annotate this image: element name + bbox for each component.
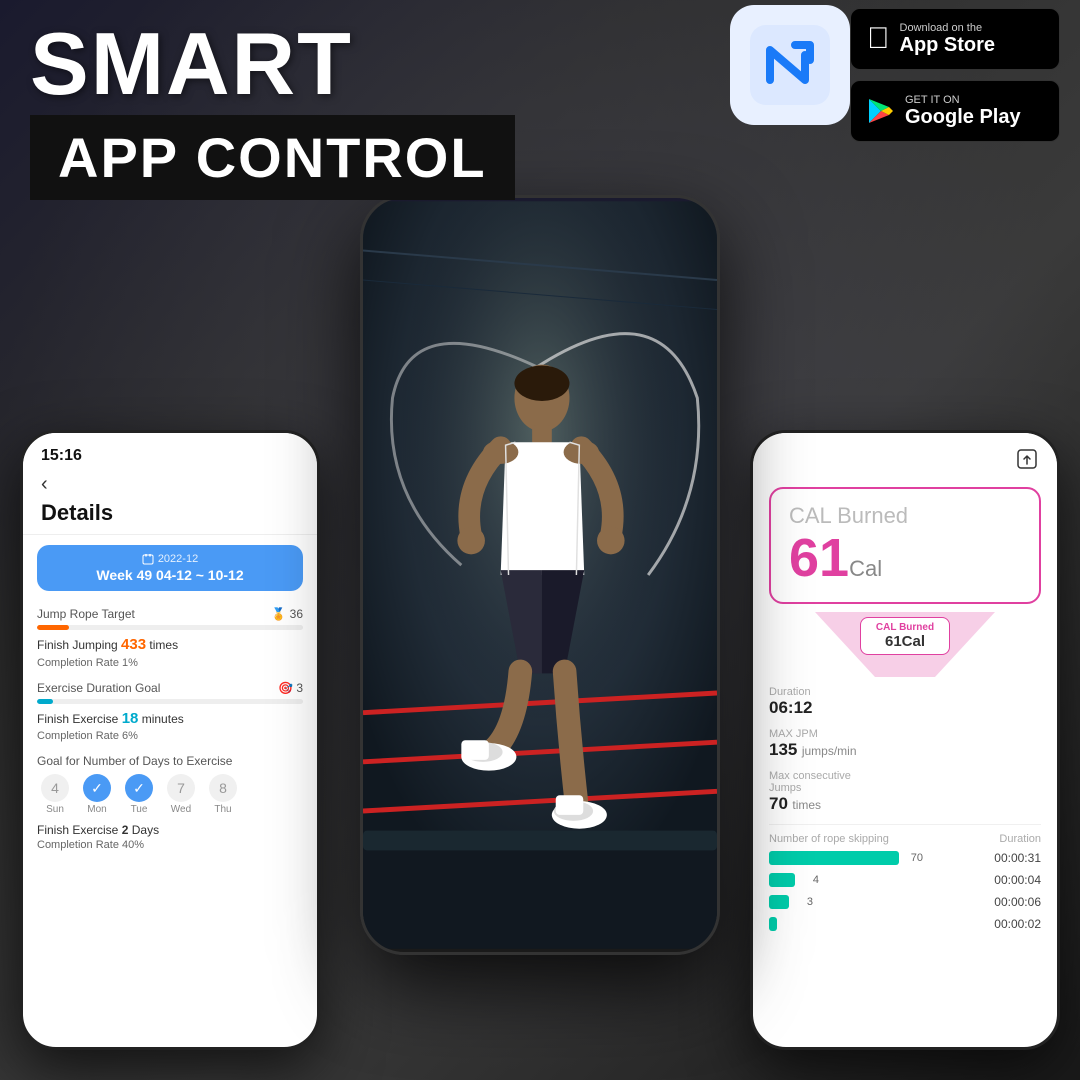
table-col2-label: Duration bbox=[999, 833, 1041, 845]
days-label: Goal for Number of Days to Exercise bbox=[37, 754, 303, 768]
right-phone-header bbox=[753, 433, 1057, 479]
smart-title: SMART bbox=[30, 20, 353, 108]
exercise-duration-detail: Finish Exercise 18 minutes bbox=[37, 708, 303, 731]
duration-1: 00:00:31 bbox=[994, 851, 1041, 865]
app-store-sub: Download on the bbox=[900, 22, 996, 34]
funnel-badge-label: CAL Burned bbox=[873, 622, 937, 633]
table-row-1: 70 00:00:31 bbox=[769, 851, 1041, 865]
max-jpm-value: 135 bbox=[769, 740, 797, 759]
rp-duration-row: Duration 06:12 bbox=[769, 686, 1041, 718]
max-jpm-unit: jumps/min bbox=[802, 744, 857, 758]
funnel-shape: CAL Burned 61Cal bbox=[805, 612, 1005, 682]
rp-consec-stat: Max consecutive Jumps 70 times bbox=[769, 770, 1041, 814]
jump-rope-label: Jump Rope Target 🏅 36 bbox=[37, 607, 303, 621]
day-4-check: 4 bbox=[41, 774, 69, 802]
max-consec-value: 70 bbox=[769, 794, 788, 813]
app-store-main: App Store bbox=[900, 34, 996, 57]
day-6-check: ✓ bbox=[125, 774, 153, 802]
duration-4: 00:00:02 bbox=[994, 917, 1041, 931]
table-col1-label: Number of rope skipping bbox=[769, 833, 889, 845]
day-6: ✓ Tue bbox=[121, 774, 157, 815]
rp-jpm-row: MAX JPM 135 jumps/min bbox=[769, 728, 1041, 760]
finish-exercise-detail: Finish Exercise 2 Days bbox=[37, 821, 303, 839]
table-row-2: 4 00:00:04 bbox=[769, 873, 1041, 887]
exercise-duration-label: Exercise Duration Goal 🎯 3 bbox=[37, 681, 303, 695]
cal-burned-card: CAL Burned 61Cal bbox=[769, 487, 1041, 604]
date-card: 2022-12 Week 49 04-12 ~ 10-12 bbox=[37, 545, 303, 591]
app-control-text: APP CONTROL bbox=[58, 126, 487, 189]
day-5-check: ✓ bbox=[83, 774, 111, 802]
exercise-duration-fill bbox=[37, 699, 53, 704]
bar-3 bbox=[769, 895, 789, 909]
jump-rope-progress bbox=[37, 625, 303, 630]
duration-2: 00:00:04 bbox=[994, 873, 1041, 887]
count-2: 4 bbox=[803, 874, 819, 886]
day-8: 8 Thu bbox=[205, 774, 241, 815]
google-play-text: GET IT ON Google Play bbox=[905, 94, 1021, 129]
jump-rope-fill bbox=[37, 625, 69, 630]
rp-consec-row: Max consecutive Jumps 70 times bbox=[769, 770, 1041, 814]
jump-rope-completion: Completion Rate 1% bbox=[37, 657, 303, 669]
table-row-4: 00:00:02 bbox=[769, 917, 1041, 931]
exercise-duration-progress bbox=[37, 699, 303, 704]
right-phone: CAL Burned 61Cal CAL Burned 61Cal Durati… bbox=[750, 430, 1060, 1050]
date-card-main: Week 49 04-12 ~ 10-12 bbox=[51, 567, 289, 583]
days-row: 4 Sun ✓ Mon ✓ Tue 7 Wed 8 Thu bbox=[37, 774, 303, 815]
app-control-label: APP CONTROL bbox=[30, 115, 515, 200]
days-goal-stat: Goal for Number of Days to Exercise 4 Su… bbox=[37, 754, 303, 851]
finish-exercise-completion: Completion Rate 40% bbox=[37, 839, 303, 851]
count-3: 3 bbox=[797, 896, 813, 908]
duration-value: 06:12 bbox=[769, 698, 1041, 718]
bar-4 bbox=[769, 917, 777, 931]
app-logo-icon bbox=[750, 25, 830, 105]
google-play-sub: GET IT ON bbox=[905, 94, 1021, 106]
day-7: 7 Wed bbox=[163, 774, 199, 815]
jump-rope-detail: Finish Jumping 433 times bbox=[37, 634, 303, 657]
google-play-main: Google Play bbox=[905, 106, 1021, 129]
table-row-3: 3 00:00:06 bbox=[769, 895, 1041, 909]
details-title: Details bbox=[41, 500, 299, 526]
back-button[interactable]: ‹ bbox=[41, 473, 48, 496]
center-phone bbox=[360, 195, 720, 955]
funnel-container: CAL Burned 61Cal bbox=[769, 612, 1041, 682]
time-display: 15:16 bbox=[41, 447, 299, 465]
day-4: 4 Sun bbox=[37, 774, 73, 815]
day-8-check: 8 bbox=[209, 774, 237, 802]
app-store-badge[interactable]:  Download on the App Store bbox=[850, 8, 1060, 70]
cal-burned-value: 61 bbox=[789, 528, 849, 588]
left-phone: 15:16 ‹ Details 2022-12 Week 49 04-12 ~ … bbox=[20, 430, 320, 1050]
max-consec-unit: times bbox=[792, 798, 821, 812]
athlete-image bbox=[363, 198, 717, 952]
google-play-badge[interactable]: GET IT ON Google Play bbox=[850, 80, 1060, 142]
google-play-icon bbox=[867, 97, 895, 125]
count-1: 70 bbox=[907, 852, 923, 864]
day-7-check: 7 bbox=[167, 774, 195, 802]
day-5: ✓ Mon bbox=[79, 774, 115, 815]
store-badges:  Download on the App Store GET IT ON Go… bbox=[850, 8, 1060, 142]
back-row: ‹ bbox=[41, 473, 299, 496]
cal-unit: Cal bbox=[849, 556, 882, 581]
rp-duration-stat: Duration 06:12 bbox=[769, 686, 1041, 718]
bar-1 bbox=[769, 851, 899, 865]
bar-2 bbox=[769, 873, 795, 887]
calendar-icon bbox=[142, 553, 154, 565]
rp-jpm-stat: MAX JPM 135 jumps/min bbox=[769, 728, 1041, 760]
divider bbox=[769, 824, 1041, 825]
table-header: Number of rope skipping Duration bbox=[769, 833, 1041, 851]
app-logo bbox=[730, 5, 850, 125]
right-phone-stats: Duration 06:12 MAX JPM 135 jumps/min Max… bbox=[753, 682, 1057, 943]
share-icon[interactable] bbox=[1015, 447, 1039, 471]
apple-icon:  bbox=[867, 22, 890, 56]
left-phone-body: Jump Rope Target 🏅 36 Finish Jumping 433… bbox=[23, 601, 317, 869]
exercise-duration-completion: Completion Rate 6% bbox=[37, 730, 303, 742]
jump-rope-stat: Jump Rope Target 🏅 36 Finish Jumping 433… bbox=[37, 607, 303, 669]
app-store-text: Download on the App Store bbox=[900, 22, 996, 57]
cal-burned-title: CAL Burned bbox=[789, 503, 1021, 529]
left-phone-header: 15:16 ‹ Details bbox=[23, 433, 317, 535]
funnel-badge: CAL Burned 61Cal bbox=[860, 617, 950, 655]
funnel-badge-value: 61Cal bbox=[873, 633, 937, 650]
date-card-top: 2022-12 bbox=[51, 553, 289, 565]
exercise-duration-stat: Exercise Duration Goal 🎯 3 Finish Exerci… bbox=[37, 681, 303, 743]
duration-3: 00:00:06 bbox=[994, 895, 1041, 909]
